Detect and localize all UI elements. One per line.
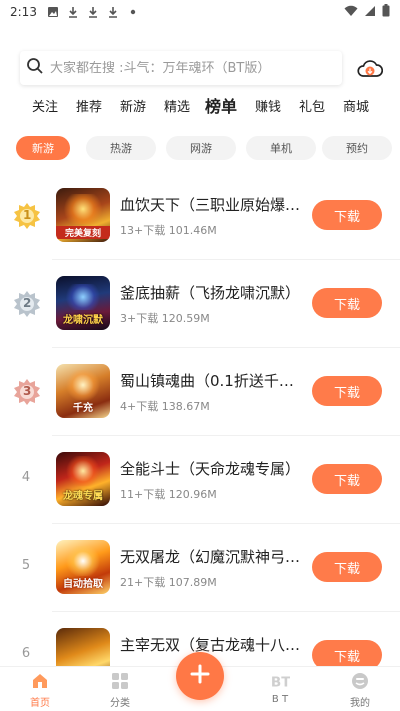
rank-number: 4 [21, 470, 31, 485]
battery-icon [382, 4, 390, 20]
tab-featured[interactable]: 精选 [164, 96, 190, 115]
tab-earn[interactable]: 赚钱 [255, 96, 281, 115]
tab-follow[interactable]: 关注 [32, 96, 58, 115]
rank-number: 5 [21, 558, 31, 573]
download-count: 11+下载 [120, 488, 166, 501]
sub-tab-single-player[interactable]: 单机 [246, 136, 316, 160]
tab-gifts[interactable]: 礼包 [299, 96, 325, 115]
list-item[interactable]: 2 龙啸沉默 釜底抽薪（飞扬龙啸沉默） 3+下载 120.59M 下载 [0, 260, 400, 348]
download-notification-icon [67, 6, 79, 18]
download-count: 13+下载 [120, 224, 166, 237]
download-count: 3+下载 [120, 312, 159, 325]
nav-bt[interactable]: BT B T [250, 671, 310, 711]
game-thumbnail: 完美复刻 [56, 188, 110, 242]
game-title[interactable]: 血饮天下（三职业原始爆充） [120, 194, 304, 215]
download-count: 4+下载 [120, 400, 159, 413]
dot-icon [127, 6, 139, 18]
game-meta: 11+下载 120.96M [120, 486, 217, 502]
cloud-download-icon[interactable] [356, 55, 384, 83]
add-button[interactable] [176, 652, 224, 700]
search-bar[interactable] [20, 51, 342, 85]
game-thumbnail: 千充 [56, 364, 110, 418]
nav-profile[interactable]: 我的 [330, 671, 390, 711]
silver-medal-icon: 2 [10, 288, 44, 322]
file-size: 107.89M [168, 576, 217, 589]
thumb-caption: 龙魂专属 [63, 491, 103, 502]
game-meta: 4+下载 138.67M [120, 398, 210, 414]
game-title[interactable]: 全能斗士（天命龙魂专属） [120, 458, 300, 479]
game-meta: 13+下载 101.46M [120, 222, 217, 238]
category-grid-icon [110, 671, 130, 691]
thumb-caption: 自动拾取 [63, 579, 103, 590]
add-icon [189, 663, 211, 689]
nav-category-label: 分类 [110, 698, 130, 709]
nav-bt-label: B T [271, 694, 289, 705]
rank-number: 3 [23, 384, 32, 398]
list-item[interactable]: 5 自动拾取 无双屠龙（幻魔沉默神弓专属） 21+下载 107.89M 下载 [0, 524, 400, 612]
rank-number: 2 [23, 296, 32, 310]
game-meta: 21+下载 107.89M [120, 574, 217, 590]
signal-icon [364, 5, 376, 20]
tab-recommend[interactable]: 推荐 [76, 96, 102, 115]
game-meta: 3+下载 120.59M [120, 310, 210, 326]
category-tabs: 关注 推荐 新游 精选 榜单 赚钱 礼包 商城 [0, 96, 400, 120]
bt-icon: BT [270, 671, 290, 691]
sub-tab-online[interactable]: 网游 [166, 136, 236, 160]
list-item[interactable]: 1 完美复刻 血饮天下（三职业原始爆充） 13+下载 101.46M 下载 [0, 172, 400, 260]
file-size: 138.67M [161, 400, 210, 413]
game-thumbnail: 龙啸沉默 [56, 276, 110, 330]
download-button[interactable]: 下载 [312, 552, 382, 582]
tab-rankings[interactable]: 榜单 [205, 93, 237, 117]
svg-text:BT: BT [271, 674, 290, 689]
list-item[interactable]: 3 千充 蜀山镇魂曲（0.1折送千充） 4+下载 138.67M 下载 [0, 348, 400, 436]
rank-number: 6 [21, 646, 31, 661]
nav-home[interactable]: 首页 [10, 671, 70, 711]
wifi-icon [344, 5, 358, 20]
image-notification-icon [47, 6, 59, 18]
thumb-caption: 龙啸沉默 [63, 315, 103, 326]
download-notification-icon [87, 6, 99, 18]
home-icon [30, 671, 50, 691]
nav-profile-label: 我的 [350, 698, 370, 709]
file-size: 120.96M [168, 488, 217, 501]
sub-tab-reserve[interactable]: 预约 [322, 136, 392, 160]
rank-number: 1 [23, 208, 32, 222]
game-thumbnail: 龙魂专属 [56, 452, 110, 506]
download-button[interactable]: 下载 [312, 464, 382, 494]
file-size: 120.59M [161, 312, 210, 325]
list-item[interactable]: 4 龙魂专属 全能斗士（天命龙魂专属） 11+下载 120.96M 下载 [0, 436, 400, 524]
game-title[interactable]: 釜底抽薪（飞扬龙啸沉默） [120, 282, 300, 303]
ranking-sub-tabs: 新游 热游 网游 单机 预约 [16, 136, 400, 160]
thumb-caption: 完美复刻 [56, 226, 110, 239]
tab-new-games[interactable]: 新游 [120, 96, 146, 115]
bronze-medal-icon: 3 [10, 376, 44, 410]
profile-icon [350, 671, 370, 691]
sub-tab-new[interactable]: 新游 [16, 136, 70, 160]
status-bar: 2:13 [0, 0, 400, 24]
sub-tab-hot[interactable]: 热游 [86, 136, 156, 160]
file-size: 101.46M [168, 224, 217, 237]
download-notification-icon [107, 6, 119, 18]
game-thumbnail: 自动拾取 [56, 540, 110, 594]
download-button[interactable]: 下载 [312, 288, 382, 318]
status-time: 2:13 [10, 5, 37, 19]
download-button[interactable]: 下载 [312, 200, 382, 230]
tab-store[interactable]: 商城 [343, 96, 369, 115]
search-icon [26, 57, 44, 79]
game-title[interactable]: 蜀山镇魂曲（0.1折送千充） [120, 370, 304, 391]
search-input[interactable] [44, 60, 342, 76]
game-title[interactable]: 主宰无双（复古龙魂十八流派） [120, 634, 304, 655]
download-button[interactable]: 下载 [312, 376, 382, 406]
download-count: 21+下载 [120, 576, 166, 589]
thumb-caption: 千充 [73, 403, 93, 414]
game-title[interactable]: 无双屠龙（幻魔沉默神弓专属） [120, 546, 304, 567]
gold-medal-icon: 1 [10, 200, 44, 234]
nav-home-label: 首页 [30, 698, 50, 709]
nav-category[interactable]: 分类 [90, 671, 150, 711]
